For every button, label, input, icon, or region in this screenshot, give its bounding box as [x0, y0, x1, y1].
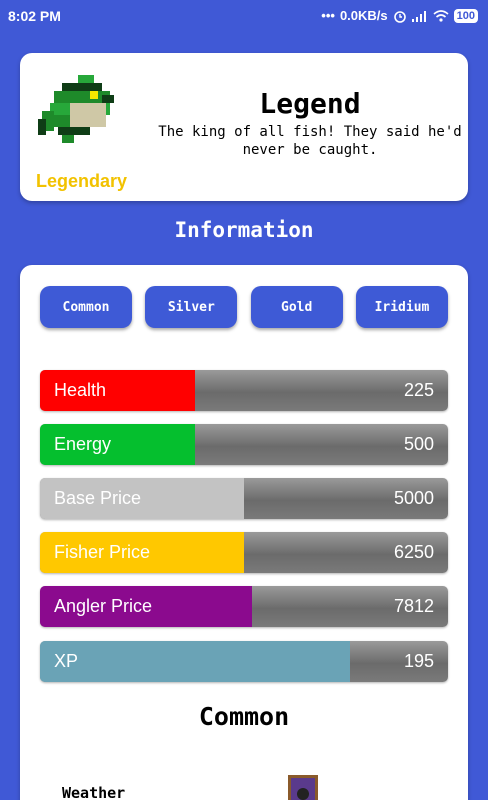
- fish-name: Legend: [259, 87, 361, 120]
- stat-bar-energy: Energy 500: [40, 424, 448, 465]
- stat-value: 6250: [393, 542, 434, 562]
- stat-bar-fisher-price: Fisher Price 6250: [40, 532, 448, 573]
- weather-label: Weather: [62, 784, 126, 800]
- tab-common[interactable]: Common: [40, 286, 132, 328]
- status-icons: ••• 0.0KB/s 100: [321, 8, 478, 23]
- stat-label: Fisher Price: [54, 542, 151, 562]
- status-time: 8:02 PM: [8, 8, 61, 24]
- tab-gold[interactable]: Gold: [250, 286, 343, 328]
- weather-icon: [288, 775, 318, 800]
- stat-label: Base Price: [54, 488, 142, 508]
- stat-fill: [40, 641, 351, 682]
- stat-value: 225: [403, 380, 434, 400]
- stat-label: Energy: [54, 434, 112, 454]
- tab-silver[interactable]: Silver: [145, 286, 238, 328]
- status-bar: 8:02 PM ••• 0.0KB/s 100: [0, 0, 488, 34]
- quality-section-title: Common: [198, 702, 290, 731]
- rarity-label: Legendary: [36, 171, 128, 191]
- net-speed: 0.0KB/s: [339, 8, 388, 23]
- stats-card: Common Silver Gold Iridium Health 225 En…: [20, 265, 468, 800]
- battery-icon: 100: [453, 8, 478, 23]
- stat-value: 7812: [393, 596, 434, 616]
- wifi-icon: [433, 9, 449, 22]
- stat-value: 5000: [393, 488, 434, 508]
- stat-label: XP: [54, 651, 79, 671]
- stat-bar-base-price: Base Price 5000: [40, 478, 448, 519]
- stat-label: Health: [54, 380, 107, 400]
- signal-icon: [411, 10, 428, 22]
- more-dots-icon: •••: [321, 8, 335, 23]
- stat-value: 195: [403, 651, 434, 671]
- fish-description: The king of all fish! They said he'd nev…: [158, 124, 462, 158]
- information-heading: Information: [174, 218, 314, 242]
- tab-iridium[interactable]: Iridium: [355, 286, 448, 328]
- fish-card: Legendary Legend The king of all fish! T…: [20, 53, 468, 201]
- quality-tabs: Common Silver Gold Iridium: [40, 286, 448, 328]
- fish-sprite-icon: [38, 71, 122, 155]
- stat-bar-health: Health 225: [40, 370, 448, 411]
- stat-value: 500: [403, 434, 434, 454]
- stat-bar-xp: XP 195: [40, 641, 448, 682]
- stat-bar-angler-price: Angler Price 7812: [40, 586, 448, 627]
- stat-label: Angler Price: [54, 596, 153, 616]
- alarm-icon: [393, 9, 407, 23]
